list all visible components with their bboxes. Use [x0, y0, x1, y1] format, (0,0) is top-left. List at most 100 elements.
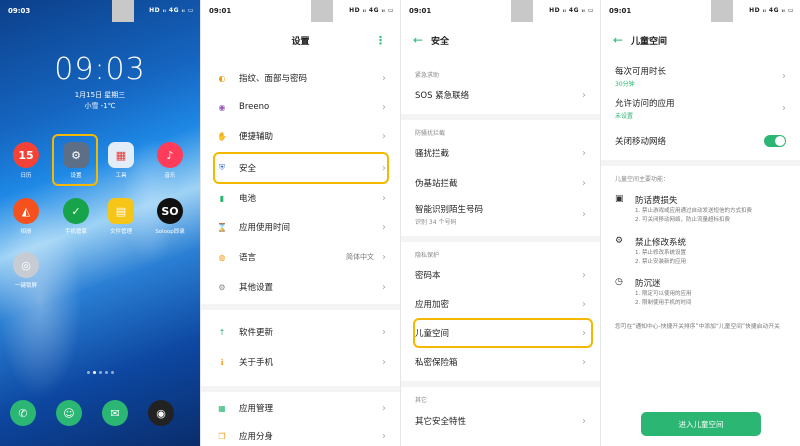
chevron-right-icon: › [382, 402, 386, 414]
settings-item-8[interactable]: ↑ 软件更新 › [201, 324, 400, 340]
item-label: 其它安全特性 [415, 417, 467, 427]
kids-header: ← 儿童空间 [601, 28, 800, 52]
language-icon: ◍ [218, 252, 226, 262]
chevron-right-icon: › [382, 430, 386, 442]
phone-dock-app[interactable]: ✆ [9, 400, 37, 429]
settings-item-7[interactable]: ⚙ 其他设置 › [201, 279, 400, 295]
lock-screen-app[interactable]: ◎ 一键锁屏 [6, 252, 46, 289]
chevron-right-icon: › [382, 130, 386, 142]
phone-manager-icon: ✓ [63, 198, 89, 224]
home-clock: 09:03 [54, 52, 146, 87]
signal-icons: HD ᵢₗ 4G ᵢₗ ▭ [549, 7, 594, 14]
chevron-right-icon: › [382, 251, 386, 263]
settings-item-5[interactable]: ⌛ 应用使用时间 › [201, 219, 400, 235]
item-harass-block[interactable]: 骚扰拦截 › [401, 144, 600, 162]
back-arrow-icon[interactable]: ← [613, 33, 623, 47]
item-label: 其他设置 [239, 283, 274, 293]
item-app-lock[interactable]: 应用加密 › [401, 295, 600, 313]
camera-icon: ◉ [148, 400, 174, 426]
item-label: 便捷辅助 [239, 132, 274, 142]
tools-folder[interactable]: ▦ 工具 [101, 142, 141, 179]
gallery-app[interactable]: ◭ 相册 [6, 198, 46, 235]
settings-item-1[interactable]: ◉ Breeno › [201, 99, 400, 115]
features-title: 儿童空间主要功能： [615, 176, 670, 183]
item-sos[interactable]: SOS 紧急联络 › [401, 86, 600, 104]
chevron-right-icon: › [382, 101, 386, 113]
feature-no-system-change: ⚙ 禁止修改系统 1. 禁止修改系统设置 2. 禁止安装新的应用 [615, 236, 687, 265]
update-icon: ↑ [218, 327, 226, 337]
app-label: Soloop即录 [155, 229, 185, 235]
item-value: 未设置 [615, 112, 634, 120]
messages-dock-app[interactable]: ✉ [101, 400, 129, 429]
info-icon: ℹ [220, 357, 224, 367]
status-bar: 09:03 HD ᵢₗ 4G ᵢₗ ▭ [0, 0, 200, 22]
settings-item-6[interactable]: ◍ 语言 简体中文 › [201, 249, 400, 265]
settings-item-4[interactable]: ▮ 电池 › [201, 190, 400, 206]
chevron-right-icon: › [582, 415, 586, 427]
settings-item-11[interactable]: ❐ 应用分身 › [201, 428, 400, 444]
file-manager-icon: ▤ [108, 198, 134, 224]
soloop-app[interactable]: SO Soloop即录 [150, 198, 190, 235]
status-time: 09:01 [609, 7, 632, 15]
item-label: 伪基站拦截 [415, 179, 458, 189]
item-value: 简体中文 [346, 253, 374, 261]
status-bar: 09:01 HD ᵢₗ 4G ᵢₗ ▭ [601, 0, 800, 22]
chevron-right-icon: › [782, 70, 786, 82]
app-label: 手机管家 [64, 229, 87, 235]
item-label: 应用加密 [415, 300, 450, 310]
page-title: 设置 [291, 36, 310, 47]
settings-item-2[interactable]: ✋ 便捷辅助 › [201, 128, 400, 144]
settings-item-10[interactable]: ▦ 应用管理 › [201, 400, 400, 416]
item-label: 电池 [239, 194, 257, 204]
item-label: 应用管理 [239, 404, 274, 414]
section-privacy: 隐私保护 [415, 252, 440, 259]
kids-space-screen: 09:01 HD ᵢₗ 4G ᵢₗ ▭ ← 儿童空间 每次可用时长 30分钟 ›… [600, 0, 800, 446]
apps-icon: ▦ [218, 403, 226, 413]
status-bar: 09:01 HD ᵢₗ 4G ᵢₗ ▭ [201, 0, 400, 22]
app-label: 文件管理 [109, 229, 132, 235]
status-time: 09:01 [209, 7, 232, 15]
item-disable-mobile-network: 关闭移动网络 [601, 132, 800, 150]
feature-fee-protection: ▣ 防话费损失 1. 禁止游戏或应用通过自动发送短信的方式扣费 2. 可关闭移动… [615, 194, 752, 223]
music-icon: ♪ [157, 142, 183, 168]
item-label: 密码本 [415, 271, 441, 281]
item-duration[interactable]: 每次可用时长 30分钟 › [601, 64, 800, 88]
more-icon[interactable]: ⋮ [375, 34, 386, 47]
item-private-safe[interactable]: 私密保险箱 › [401, 353, 600, 371]
fingerprint-icon: ◐ [218, 73, 226, 83]
phone-manager-app[interactable]: ✓ 手机管家 [56, 198, 96, 235]
file-manager-app[interactable]: ▤ 文件管理 [101, 198, 141, 235]
enter-kids-space-button[interactable]: 进入儿童空间 [641, 412, 761, 436]
settings-item-0[interactable]: ◐ 指纹、面部与密码 › [201, 70, 400, 86]
lock-screen-icon: ◎ [13, 252, 39, 278]
gear-icon: ⚙ [615, 236, 624, 246]
item-label: 智能识别陌生号码 [415, 204, 484, 215]
chevron-right-icon: › [582, 177, 586, 189]
item-smart-id[interactable]: 智能识别陌生号码 识别 34 个号码 › [401, 202, 600, 226]
status-time: 09:01 [409, 7, 432, 15]
app-label: 一键锁屏 [14, 283, 37, 289]
back-arrow-icon[interactable]: ← [413, 33, 423, 47]
item-password-book[interactable]: 密码本 › [401, 266, 600, 284]
item-label: Breeno [239, 102, 270, 112]
item-allowed-apps[interactable]: 允许访问的应用 未设置 › [601, 96, 800, 120]
status-time: 09:03 [8, 7, 31, 15]
camera-dock-app[interactable]: ◉ [147, 400, 175, 429]
calendar-app[interactable]: 15 日历 [6, 142, 46, 179]
chevron-right-icon: › [382, 281, 386, 293]
home-date: 1月15日 星期三 [74, 91, 126, 99]
item-sub: 识别 34 个号码 [415, 218, 457, 226]
music-app[interactable]: ♪ 音乐 [150, 142, 190, 179]
status-bar: 09:01 HD ᵢₗ 4G ᵢₗ ▭ [401, 0, 600, 22]
phone-fee-icon: ▣ [615, 194, 624, 204]
security-screen: 09:01 HD ᵢₗ 4G ᵢₗ ▭ ← 安全 紧急求助 SOS 紧急联络 ›… [400, 0, 600, 446]
home-screen: 09:03 HD ᵢₗ 4G ᵢₗ ▭ 09:03 1月15日 星期三 小雪 -… [0, 0, 200, 446]
breeno-icon: ◉ [218, 102, 226, 112]
contacts-dock-app[interactable]: ☺ [55, 400, 83, 429]
network-toggle[interactable] [764, 135, 786, 147]
item-other-security[interactable]: 其它安全特性 › [401, 412, 600, 430]
item-label: 允许访问的应用 [615, 98, 675, 109]
hand-icon: ✋ [217, 131, 227, 141]
settings-item-9[interactable]: ℹ 关于手机 › [201, 354, 400, 370]
item-fake-base-station[interactable]: 伪基站拦截 › [401, 174, 600, 192]
